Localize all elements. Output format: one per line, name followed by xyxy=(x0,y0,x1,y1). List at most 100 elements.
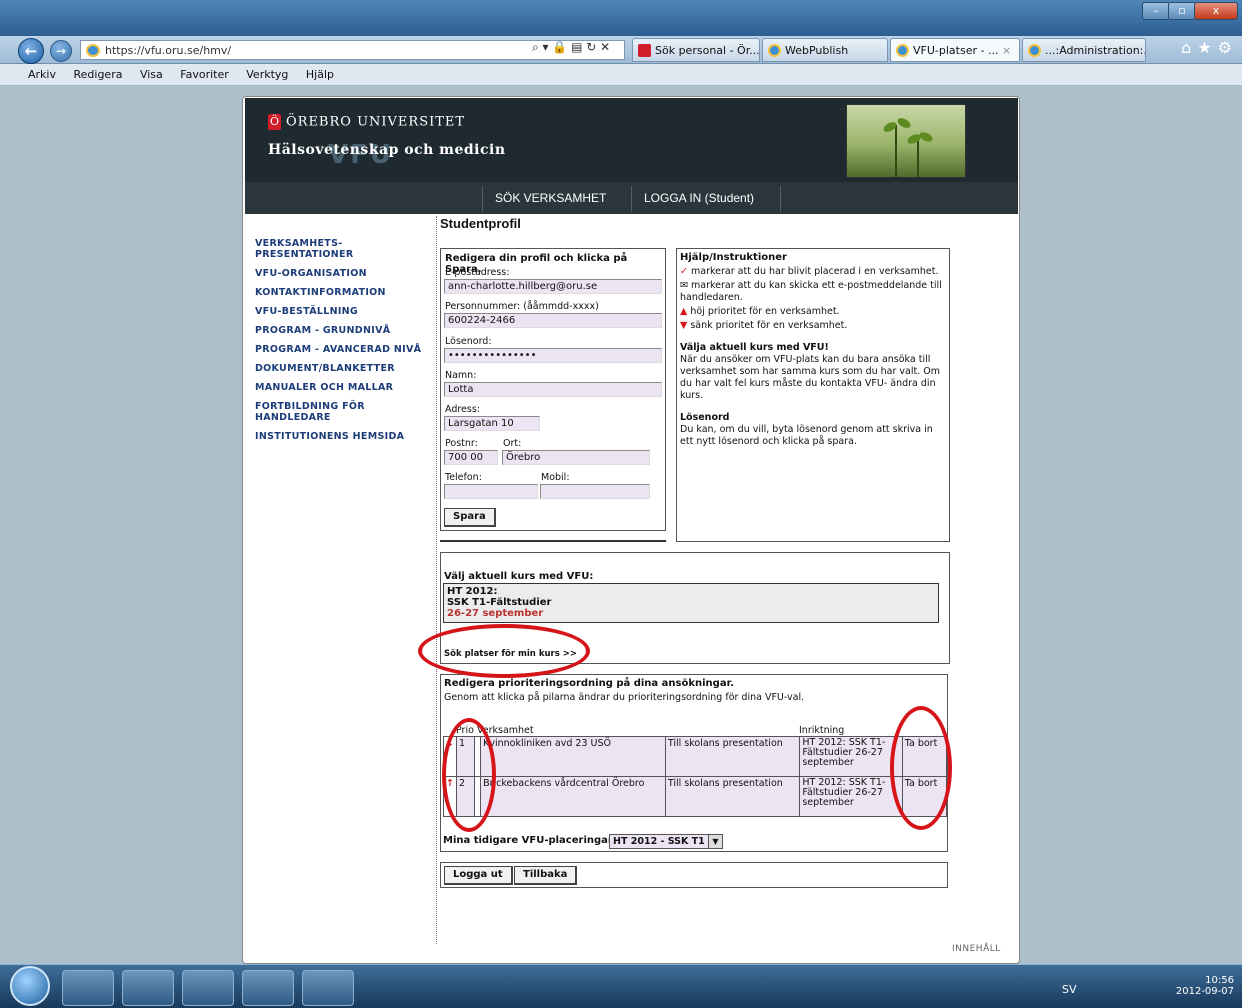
course-line: SSK T1-Fältstudier xyxy=(447,597,552,608)
help-text: sänk prioritet för en verksamhet. xyxy=(690,320,848,331)
annotation-circle xyxy=(890,706,952,830)
nav-logga-in[interactable]: LOGGA IN (Student) xyxy=(644,191,754,205)
sidebar-item-fortbildning[interactable]: FORTBILDNING FÖR HANDLEDARE xyxy=(255,401,430,423)
table-row: ↑ 2 Brickebackens vårdcentral Örebro Til… xyxy=(442,776,948,817)
menu-arkiv[interactable]: Arkiv xyxy=(28,68,56,81)
page-title: Studentprofil xyxy=(440,216,521,231)
phone-label: Telefon: xyxy=(445,472,482,483)
tab-webpublish[interactable]: WebPublish xyxy=(762,38,888,62)
org-name: ÖREBRO UNIVERSITET xyxy=(286,114,466,130)
menu-bar: Arkiv Redigera Visa Favoriter Verktyg Hj… xyxy=(0,64,1242,86)
contents-link[interactable]: INNEHÅLL xyxy=(952,944,1001,954)
course-line: 26-27 september xyxy=(447,608,544,619)
help-email: ✉ markerar att du kan skicka ett e-postm… xyxy=(680,280,946,304)
select-value: HT 2012 - SSK T1 xyxy=(613,836,705,847)
previous-placements-select[interactable]: HT 2012 - SSK T1 ▼ xyxy=(609,834,723,849)
help-panel: Hjälp/Instruktioner ✓ markerar att du ha… xyxy=(676,248,950,542)
personnummer-field[interactable]: 600224-2466 xyxy=(444,313,662,328)
sidebar-item-vfu-organisation[interactable]: VFU-ORGANISATION xyxy=(255,268,430,279)
previous-placements-label: Mina tidigare VFU-placeringar xyxy=(443,835,613,846)
taskbar-media-icon[interactable] xyxy=(182,970,234,1006)
up-arrow-icon: ▲ xyxy=(680,306,688,317)
priority-heading: Redigera prioriteringsordning på dina an… xyxy=(444,678,734,689)
password-field[interactable]: ••••••••••••••• xyxy=(444,348,662,363)
sidebar-item-institutionens-hemsida[interactable]: INSTITUTIONENS HEMSIDA xyxy=(255,431,430,442)
back-button[interactable]: Tillbaka xyxy=(514,866,578,885)
logout-button[interactable]: Logga ut xyxy=(444,866,513,885)
tab-close-icon[interactable]: × xyxy=(1002,44,1011,57)
course-select[interactable]: HT 2012: SSK T1-Fältstudier 26-27 septem… xyxy=(443,583,939,623)
close-icon[interactable]: x xyxy=(1194,2,1238,20)
ie-favicon-icon xyxy=(1028,44,1041,57)
favorites-star-icon[interactable]: ★ xyxy=(1197,38,1217,57)
sidebar-item-manualer[interactable]: MANUALER OCH MALLAR xyxy=(255,382,430,393)
password-label: Lösenord: xyxy=(445,336,492,347)
system-clock[interactable]: 10:56 2012-09-07 xyxy=(1176,975,1234,997)
back-icon[interactable]: ← xyxy=(18,38,44,64)
city-field[interactable]: Örebro xyxy=(502,450,650,465)
presentation-link[interactable]: Till skolans presentation xyxy=(664,736,801,777)
mobile-field[interactable] xyxy=(540,484,650,499)
maximize-icon[interactable]: ▫ xyxy=(1168,2,1196,20)
annotation-circle xyxy=(418,624,590,678)
help-lower: ▼ sänk prioritet för en verksamhet. xyxy=(680,320,946,332)
sidebar-item-vfu-bestallning[interactable]: VFU-BESTÄLLNING xyxy=(255,306,430,317)
address-field[interactable]: Larsgatan 10 xyxy=(444,416,540,431)
email-field[interactable]: ann-charlotte.hillberg@oru.se xyxy=(444,279,662,294)
sidebar-item-program-avancerad[interactable]: PROGRAM - AVANCERAD NIVÅ xyxy=(255,344,430,355)
stem xyxy=(917,137,919,177)
help-course-heading: Välja aktuell kurs med VFU! xyxy=(680,342,829,353)
priority-subtext: Genom att klicka på pilarna ändrar du pr… xyxy=(444,692,805,703)
university-logo[interactable]: Ö ÖREBRO UNIVERSITET xyxy=(268,114,465,130)
chevron-down-icon[interactable]: ▼ xyxy=(708,835,722,848)
tab-administration[interactable]: ...:Administration:... xyxy=(1022,38,1146,62)
menu-hjalp[interactable]: Hjälp xyxy=(306,68,334,81)
address-tools[interactable]: ⌕ ▾ 🔒 ▤ ↻ ✕ xyxy=(532,40,610,55)
nav-divider xyxy=(482,186,483,212)
tab-sok-personal[interactable]: Sök personal - Ör... xyxy=(632,38,760,62)
menu-favoriter[interactable]: Favoriter xyxy=(180,68,228,81)
course-line: HT 2012: xyxy=(447,586,498,597)
tab-vfu-platser[interactable]: VFU-platser - ... × xyxy=(890,38,1020,62)
help-text: markerar att du kan skicka ett e-postmed… xyxy=(680,280,942,303)
help-password-heading: Lösenord xyxy=(680,412,730,423)
menu-verktyg[interactable]: Verktyg xyxy=(246,68,288,81)
name-field[interactable]: Lotta xyxy=(444,382,662,397)
language-indicator[interactable]: SV xyxy=(1062,983,1077,996)
content-divider xyxy=(436,216,437,944)
taskbar-outlook-icon[interactable] xyxy=(242,970,294,1006)
taskbar-word-icon[interactable] xyxy=(302,970,354,1006)
sidebar-item-kontaktinformation[interactable]: KONTAKTINFORMATION xyxy=(255,287,430,298)
url-text: https://vfu.oru.se/hmv/ xyxy=(105,44,232,57)
sidebar-item-program-grundniva[interactable]: PROGRAM - GRUNDNIVÅ xyxy=(255,325,430,336)
sidebar-item-dokument[interactable]: DOKUMENT/BLANKETTER xyxy=(255,363,430,374)
start-button-icon[interactable] xyxy=(10,966,50,1006)
menu-redigera[interactable]: Redigera xyxy=(73,68,122,81)
presentation-link[interactable]: Till skolans presentation xyxy=(664,776,801,817)
ie-page-icon xyxy=(86,44,100,57)
email-label: E-postadress: xyxy=(445,267,510,278)
annotation-circle xyxy=(442,718,496,832)
phone-field[interactable] xyxy=(444,484,538,499)
minimize-icon[interactable]: – xyxy=(1142,2,1170,20)
action-bar: Logga ut Tillbaka xyxy=(440,862,948,888)
oru-favicon-icon xyxy=(638,44,651,57)
pnr-label: Personnummer: (ååmmdd-xxxx) xyxy=(445,301,599,312)
save-button[interactable]: Spara xyxy=(444,508,496,527)
menu-visa[interactable]: Visa xyxy=(140,68,163,81)
org-cell: Brickebackens vårdcentral Örebro xyxy=(480,776,666,817)
sidebar-item-verksamhetspresentationer[interactable]: VERKSAMHETS- PRESENTATIONER xyxy=(255,238,430,260)
settings-gear-icon[interactable]: ⚙ xyxy=(1218,38,1238,57)
direction-cell: HT 2012: SSK T1-Fältstudier 26-27 septem… xyxy=(799,776,903,817)
help-lines: ✓ markerar att du har blivit placerad i … xyxy=(680,266,946,448)
tab-label: VFU-platser - ... xyxy=(913,44,999,57)
taskbar-explorer-icon[interactable] xyxy=(122,970,174,1006)
nav-sok-verksamhet[interactable]: SÖK VERKSAMHET xyxy=(495,191,606,205)
city-label: Ort: xyxy=(503,438,522,449)
home-icon[interactable]: ⌂ xyxy=(1181,38,1197,57)
leaf xyxy=(895,116,913,130)
taskbar-ie-icon[interactable] xyxy=(62,970,114,1006)
address-label: Adress: xyxy=(445,404,481,415)
zip-field[interactable]: 700 00 xyxy=(444,450,498,465)
forward-icon[interactable]: → xyxy=(50,40,72,62)
